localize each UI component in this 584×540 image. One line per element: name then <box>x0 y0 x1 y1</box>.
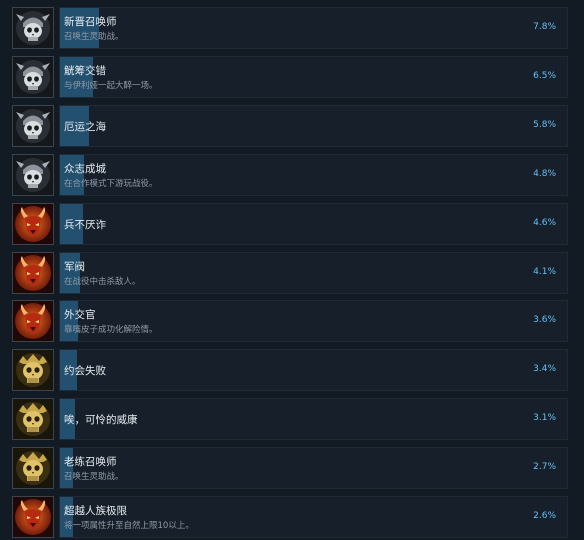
achievement-name: 众志成城 <box>64 162 106 175</box>
unlock-percent: 7.8% <box>533 22 556 32</box>
achievement-row[interactable]: 新晋召唤师召唤生灵助战。 7.8% <box>12 7 568 49</box>
unlock-percent: 3.6% <box>533 315 556 326</box>
unlock-percent: 3.4% <box>533 364 556 375</box>
achievement-name: 厄运之海 <box>64 120 106 133</box>
achievement-name: 觥筹交错 <box>64 64 106 77</box>
achievement-name: 军阀 <box>64 260 85 273</box>
demon-head-icon <box>12 202 54 245</box>
achievement-name: 约会失败 <box>64 365 106 378</box>
achievement-progress-bar: 外交官靠嘴皮子成功化解险情。 3.6% <box>59 300 568 343</box>
achievement-name: 新晋召唤师 <box>64 16 117 28</box>
golden-skull-icon <box>12 349 54 392</box>
achievement-progress-bar: 兵不厌诈 4.6% <box>59 202 568 245</box>
achievement-name: 唉，可怜的威康 <box>64 414 138 427</box>
achievement-progress-bar: 觥筹交错与伊利娅一起大醉一场。 6.5% <box>59 55 568 98</box>
achievement-row[interactable]: 外交官靠嘴皮子成功化解险情。 3.6% <box>12 300 568 343</box>
achievement-progress-bar: 新晋召唤师召唤生灵助战。 7.8% <box>59 7 568 49</box>
golden-skull-icon <box>12 447 54 490</box>
achievement-progress-bar: 超越人族极限将一项属性升至自然上限10以上。 2.6% <box>59 496 568 538</box>
skull-horned-helm-icon <box>12 7 54 49</box>
unlock-percent: 6.5% <box>533 70 556 81</box>
achievement-name: 超越人族极限 <box>64 505 127 517</box>
skull-horned-helm-icon <box>12 55 54 98</box>
achievement-row[interactable]: 兵不厌诈 4.6% <box>12 202 568 245</box>
achievement-name: 外交官 <box>64 309 96 322</box>
achievement-name: 老练召唤师 <box>64 456 117 469</box>
achievement-row[interactable]: 觥筹交错与伊利娅一起大醉一场。 6.5% <box>12 55 568 98</box>
achievement-description: 与伊利娅一起大醉一场。 <box>64 80 158 91</box>
achievement-progress-bar: 军阀在战役中击杀敌人。 4.1% <box>59 251 568 294</box>
golden-skull-icon <box>12 398 54 441</box>
achievement-progress-bar: 唉，可怜的威康 3.1% <box>59 398 568 441</box>
achievement-progress-bar: 厄运之海 5.8% <box>59 104 568 147</box>
skull-horned-helm-icon <box>12 104 54 147</box>
achievement-name: 兵不厌诈 <box>64 218 106 231</box>
achievement-row[interactable]: 约会失败 3.4% <box>12 349 568 392</box>
achievement-list: 新晋召唤师召唤生灵助战。 7.8% 觥筹交错与伊利娅一起大醉一场。 6.5% 厄运之… <box>0 0 584 540</box>
unlock-percent: 4.6% <box>533 217 556 228</box>
achievement-description: 靠嘴皮子成功化解险情。 <box>64 325 158 336</box>
achievement-row[interactable]: 众志成城在合作模式下游玩战役。 4.8% <box>12 153 568 196</box>
unlock-percent: 3.1% <box>533 413 556 424</box>
demon-head-icon <box>12 300 54 343</box>
achievement-description: 在战役中击杀敌人。 <box>64 276 141 287</box>
achievement-description: 召唤生灵助战。 <box>64 32 124 42</box>
achievement-row[interactable]: 厄运之海 5.8% <box>12 104 568 147</box>
achievement-progress-bar: 老练召唤师召唤生灵助战。 2.7% <box>59 447 568 490</box>
unlock-percent: 4.1% <box>533 266 556 277</box>
achievement-row[interactable]: 唉，可怜的威康 3.1% <box>12 398 568 441</box>
unlock-percent: 5.8% <box>533 119 556 130</box>
achievement-description: 将一项属性升至自然上限10以上。 <box>64 521 194 531</box>
achievement-row[interactable]: 超越人族极限将一项属性升至自然上限10以上。 2.6% <box>12 496 568 538</box>
skull-horned-helm-icon <box>12 153 54 196</box>
unlock-percent: 2.6% <box>533 511 556 521</box>
demon-head-icon <box>12 496 54 538</box>
achievement-description: 召唤生灵助战。 <box>64 472 124 483</box>
unlock-percent: 2.7% <box>533 462 556 473</box>
achievement-description: 在合作模式下游玩战役。 <box>64 178 158 189</box>
achievement-progress-bar: 约会失败 3.4% <box>59 349 568 392</box>
achievement-progress-bar: 众志成城在合作模式下游玩战役。 4.8% <box>59 153 568 196</box>
demon-head-icon <box>12 251 54 294</box>
achievement-row[interactable]: 军阀在战役中击杀敌人。 4.1% <box>12 251 568 294</box>
unlock-percent: 4.8% <box>533 168 556 179</box>
achievement-row[interactable]: 老练召唤师召唤生灵助战。 2.7% <box>12 447 568 490</box>
